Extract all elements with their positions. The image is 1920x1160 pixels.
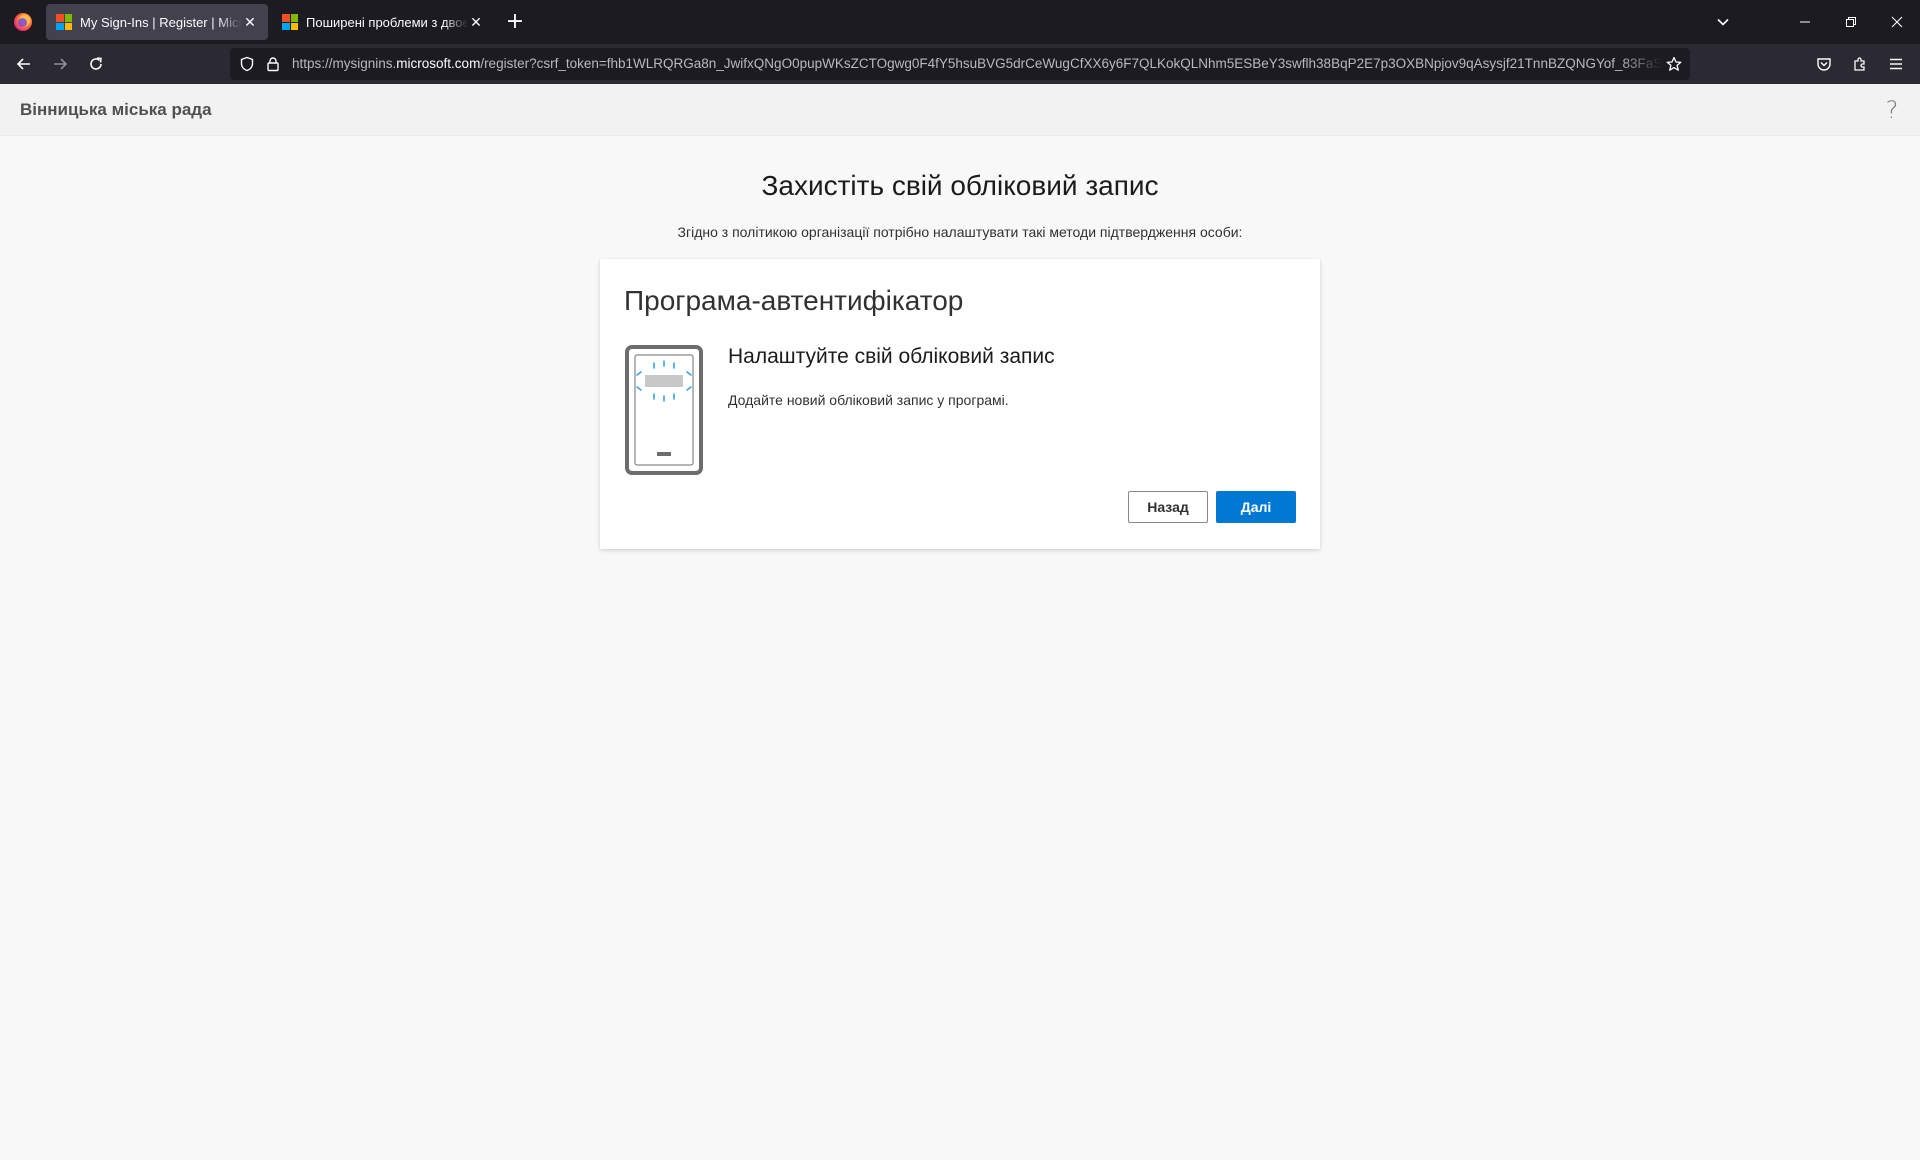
url-prefix: https://mysignins. bbox=[292, 56, 397, 71]
hamburger-menu-icon[interactable] bbox=[1880, 48, 1912, 80]
browser-tab-bar: My Sign-Ins | Register | Microsoft ✕ Пош… bbox=[0, 0, 1920, 44]
restore-icon[interactable] bbox=[1828, 0, 1874, 44]
url-domain: microsoft.com bbox=[396, 56, 481, 71]
minimize-icon[interactable] bbox=[1782, 0, 1828, 44]
page-header: Вінницька міська рада ? bbox=[0, 84, 1920, 136]
bookmark-star-icon[interactable] bbox=[1666, 56, 1682, 72]
microsoft-favicon-icon bbox=[56, 14, 72, 30]
authenticator-card: Програма-автентифікатор Налаштуйте свій … bbox=[600, 259, 1320, 549]
back-button[interactable]: Назад bbox=[1128, 491, 1208, 523]
firefox-menu-icon[interactable] bbox=[0, 0, 46, 44]
extensions-puzzle-icon[interactable] bbox=[1844, 48, 1876, 80]
microsoft-favicon-icon bbox=[282, 14, 298, 30]
tab-title: My Sign-Ins | Register | Microsoft bbox=[80, 14, 242, 30]
new-tab-plus-icon[interactable]: + bbox=[500, 8, 530, 36]
browser-nav-bar: https://mysignins.microsoft.com/register… bbox=[0, 44, 1920, 84]
forward-arrow-icon[interactable] bbox=[44, 48, 76, 80]
close-tab-icon[interactable]: ✕ bbox=[468, 14, 484, 30]
close-tab-icon[interactable]: ✕ bbox=[242, 14, 258, 30]
tab-common-problems[interactable]: Поширені проблеми з двоетапною перевірко… bbox=[272, 4, 494, 40]
back-arrow-icon[interactable] bbox=[8, 48, 40, 80]
next-button[interactable]: Далі bbox=[1216, 491, 1296, 523]
tab-title: Поширені проблеми з двоетапною перевірко… bbox=[306, 14, 468, 30]
tracking-protection-shield-icon[interactable] bbox=[239, 56, 255, 72]
phone-illustration-icon bbox=[625, 345, 703, 475]
url-rest: /register?csrf_token=fhb1WLRQRGa8n_Jwifx… bbox=[480, 56, 1662, 71]
close-window-icon[interactable] bbox=[1874, 0, 1920, 44]
organization-name: Вінницька міська рада bbox=[20, 100, 212, 119]
step-description: Додайте новий обліковий запис у програмі… bbox=[728, 392, 1009, 408]
pocket-icon[interactable] bbox=[1808, 48, 1840, 80]
help-question-icon[interactable]: ? bbox=[1878, 96, 1906, 124]
page-title: Захистіть свій обліковий запис bbox=[761, 170, 1159, 201]
reload-icon[interactable] bbox=[80, 48, 112, 80]
page-subtitle: Згідно з політикою організації потрібно … bbox=[677, 224, 1243, 240]
card-title: Програма-автентифікатор bbox=[624, 285, 964, 316]
step-heading: Налаштуйте свій обліковий запис bbox=[728, 345, 1055, 368]
tab-my-sign-ins[interactable]: My Sign-Ins | Register | Microsoft ✕ bbox=[46, 4, 268, 40]
list-all-tabs-chevron-icon[interactable] bbox=[1700, 0, 1746, 44]
address-bar[interactable]: https://mysignins.microsoft.com/register… bbox=[230, 48, 1690, 80]
lock-icon[interactable] bbox=[265, 56, 281, 72]
url-text[interactable]: https://mysignins.microsoft.com/register… bbox=[292, 48, 1662, 80]
